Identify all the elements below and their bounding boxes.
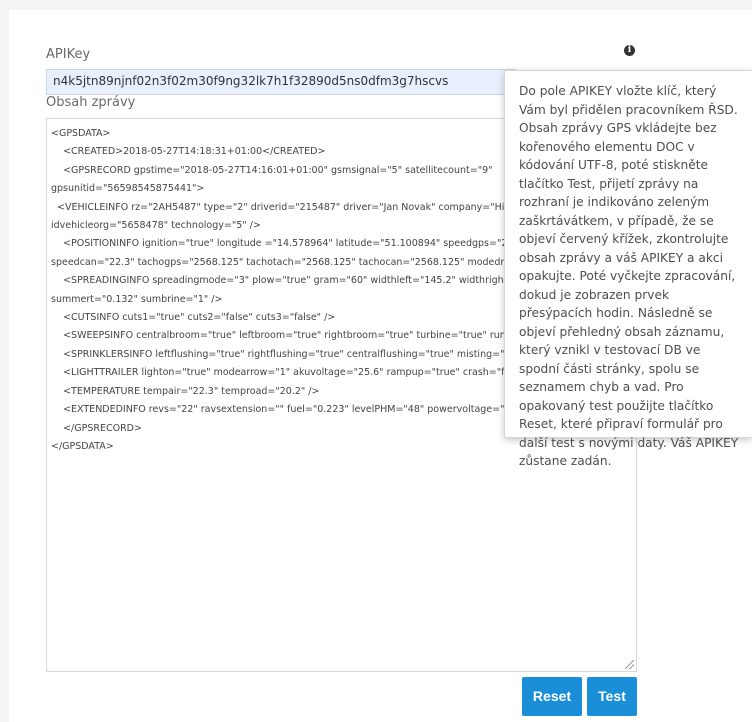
help-popover: Do pole APIKEY vložte klíč, který Vám by… [504,70,752,468]
message-line: summert="0.132" sumbrine="1" /> [51,293,223,305]
reset-button[interactable]: Reset [522,677,582,716]
message-line: <TEMPERATURE tempair="22.3" temproad="20… [51,385,320,397]
message-line: gpsunitid="56598545875441"> [51,183,205,195]
message-label: Obsah zprávy [46,95,136,110]
message-line: <GPSRECORD gpstime="2018-05-27T14:16:01+… [51,164,493,176]
apikey-label: APIKey [46,47,91,62]
message-line: <VEHICLEINFO rz="2AH5487" type="2" drive… [51,201,506,213]
message-line: <CREATED>2018-05-27T14:18:31+01:00</CREA… [51,146,326,158]
resize-grip-icon[interactable] [625,660,634,669]
apikey-input[interactable]: n4k5jtn89njnf02n3f02m30f9ng32lk7h1f32890… [46,69,516,95]
message-line: </GPSRECORD> [51,422,142,434]
message-line: <GPSDATA> [51,128,111,139]
message-line: <SWEEPSINFO centralbroom="true" leftbroo… [51,330,506,342]
message-line: <POSITIONINFO ignition="true" longitude … [51,238,506,250]
message-line: </GPSDATA> [51,440,114,452]
message-line: idvehicleorg="5658478" technology="5" /> [51,220,261,232]
test-button[interactable]: Test [587,677,637,716]
message-line: <LIGHTTRAILER lighton="true" modearrow="… [51,367,506,379]
message-line: <SPRINKLERSINFO leftflushing="true" righ… [51,348,505,360]
message-line: <EXTENDEDINFO revs="22" ravsextension=""… [51,404,505,416]
message-line: <CUTSINFO cuts1="true" cuts2="false" cut… [51,312,336,324]
message-line: speedcan="22.3" tachogps="2568.125" tach… [51,256,506,268]
message-content: <GPSDATA> <CREATED>2018-05-27T14:18:31+0… [51,125,506,456]
message-line: <SPREADINGINFO spreadingmode="3" plow="t… [51,275,506,287]
info-icon[interactable]: i [624,45,635,56]
